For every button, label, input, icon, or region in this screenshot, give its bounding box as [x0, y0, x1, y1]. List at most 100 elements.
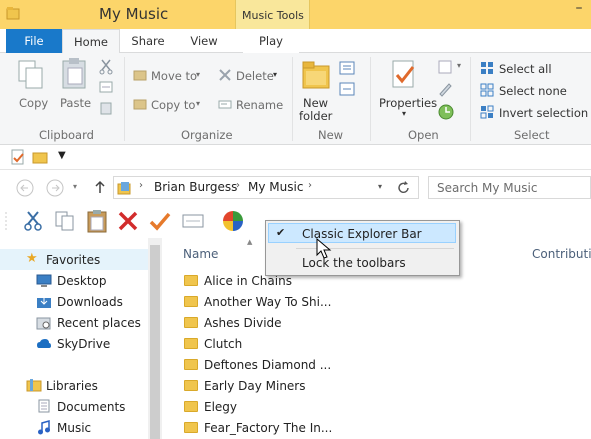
cut-icon[interactable]: [22, 210, 44, 232]
delete-icon: [219, 69, 231, 81]
paste-icon[interactable]: [85, 209, 109, 233]
downloads-icon: [37, 297, 51, 308]
desktop-icon: [36, 274, 52, 287]
list-item[interactable]: Ashes Divide: [184, 313, 282, 334]
search-placeholder[interactable]: Search My Music: [437, 181, 537, 195]
list-item[interactable]: Clutch: [184, 334, 242, 355]
new-folder-label-2[interactable]: folder: [299, 109, 332, 123]
breadcrumb-sep[interactable]: ›: [236, 180, 240, 191]
tab-file[interactable]: File: [6, 29, 62, 53]
copy-to-button[interactable]: Copy to: [151, 98, 195, 112]
copy-path-icon[interactable]: [99, 81, 113, 93]
breadcrumb-brian-burgess[interactable]: Brian Burgess: [154, 180, 237, 194]
back-icon[interactable]: [15, 178, 35, 198]
tab-play[interactable]: Play: [243, 29, 299, 53]
music-tools-label: Music Tools: [242, 9, 304, 22]
nav-desktop[interactable]: Desktop: [57, 274, 107, 288]
properties-button[interactable]: Properties: [379, 96, 437, 110]
recent-dropdown-icon[interactable]: ▾: [73, 182, 77, 191]
copy-icon: [18, 60, 43, 89]
breadcrumb-my-music[interactable]: My Music: [248, 180, 303, 194]
tab-view[interactable]: View: [175, 29, 233, 53]
quick-access-toolbar: [0, 145, 591, 170]
edit-icon[interactable]: [437, 81, 455, 97]
copy-to-dropdown-icon[interactable]: ▾: [196, 99, 200, 108]
paste-shortcut-icon[interactable]: [99, 101, 113, 115]
properties-icon: [392, 60, 415, 88]
list-item[interactable]: Deftones Diamond ...: [184, 355, 331, 376]
cut-icon[interactable]: [99, 59, 113, 75]
copy-to-icon: [133, 99, 147, 110]
delete-button[interactable]: Delete: [236, 69, 274, 83]
nav-libraries[interactable]: Libraries: [46, 379, 98, 393]
move-to-button[interactable]: Move to: [151, 69, 197, 83]
toolbar-grip[interactable]: [4, 211, 10, 231]
nav-downloads[interactable]: Downloads: [57, 295, 123, 309]
new-folder-qat-icon[interactable]: [32, 149, 48, 165]
address-dropdown-icon[interactable]: ▾: [378, 182, 382, 191]
move-to-dropdown-icon[interactable]: ▾: [196, 70, 200, 79]
folder-icon: [184, 317, 198, 328]
delete-icon[interactable]: [117, 210, 139, 232]
select-all-button[interactable]: Select all: [499, 62, 552, 76]
invert-selection-button[interactable]: Invert selection: [499, 106, 588, 120]
tab-home[interactable]: Home: [62, 29, 120, 54]
list-item[interactable]: Elegy: [184, 397, 237, 418]
window-title: My Music: [99, 5, 169, 23]
open-group-label: Open: [408, 128, 439, 142]
history-icon[interactable]: [437, 103, 455, 121]
refresh-icon[interactable]: [396, 180, 412, 196]
new-item-icon[interactable]: [339, 59, 361, 77]
nav-recent-places[interactable]: Recent places: [57, 316, 141, 330]
list-item[interactable]: Fear_Factory The In...: [184, 418, 332, 439]
paste-button[interactable]: Paste: [60, 96, 91, 110]
libraries-icon: [26, 379, 42, 392]
open-dropdown-icon[interactable]: ▾: [457, 61, 461, 70]
list-item[interactable]: Early Day Miners: [184, 376, 306, 397]
new-group-label: New: [318, 128, 344, 142]
settings-icon[interactable]: [221, 209, 245, 233]
qat-folder-icon[interactable]: [6, 6, 20, 22]
select-none-button[interactable]: Select none: [499, 84, 567, 98]
nav-favorites-label[interactable]: Favorites: [46, 253, 100, 267]
list-item[interactable]: Another Way To Shi...: [184, 292, 331, 313]
copy-icon[interactable]: [54, 210, 76, 232]
folder-icon: [184, 380, 198, 391]
checkmark-icon: ✔: [276, 226, 286, 239]
tab-share[interactable]: Share: [121, 29, 175, 53]
nav-scrollbar-thumb[interactable]: [150, 245, 160, 439]
nav-documents[interactable]: Documents: [57, 400, 125, 414]
properties-qat-icon[interactable]: [10, 149, 26, 165]
breadcrumb-sep[interactable]: ›: [139, 180, 143, 191]
star-icon: ★: [26, 251, 38, 266]
column-name[interactable]: Name: [183, 247, 218, 261]
delete-dropdown-icon[interactable]: ▾: [273, 70, 277, 79]
open-icon[interactable]: [437, 59, 455, 75]
properties-icon[interactable]: [148, 210, 172, 232]
move-to-icon: [133, 70, 147, 81]
ribbon-separator: [470, 57, 471, 141]
easy-access-icon[interactable]: [339, 80, 361, 98]
qat-customize-icon[interactable]: ▼: [58, 150, 66, 161]
ribbon-separator: [292, 57, 293, 141]
properties-dropdown-icon[interactable]: ▾: [402, 109, 406, 118]
minimize-button[interactable]: –: [567, 0, 591, 22]
sort-arrow-icon: ▲: [247, 238, 253, 246]
up-icon[interactable]: [93, 179, 107, 195]
column-contributing[interactable]: Contributin: [532, 247, 591, 261]
new-folder-icon: [302, 61, 330, 89]
nav-music[interactable]: Music: [57, 421, 91, 435]
folder-icon: [184, 275, 198, 286]
copy-button[interactable]: Copy: [19, 96, 48, 110]
recent-places-icon: [36, 317, 51, 330]
forward-icon[interactable]: [45, 178, 65, 198]
email-icon[interactable]: [180, 210, 206, 232]
select-all-icon: [481, 62, 493, 74]
breadcrumb-sep[interactable]: ›: [308, 180, 312, 191]
new-folder-label-1[interactable]: New: [303, 96, 328, 110]
nav-skydrive[interactable]: SkyDrive: [57, 337, 110, 351]
folder-icon: [184, 359, 198, 370]
clipboard-group-label: Clipboard: [39, 128, 94, 142]
folder-icon: [184, 338, 198, 349]
rename-button[interactable]: Rename: [236, 98, 283, 112]
